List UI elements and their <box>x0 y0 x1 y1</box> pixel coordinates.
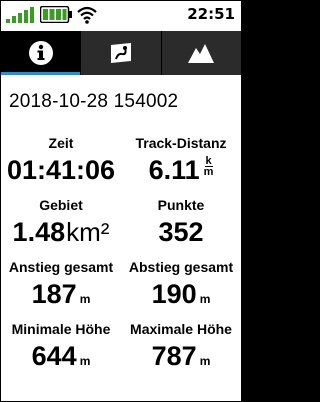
elevation-profile-icon <box>188 44 215 63</box>
stat-value: 787 m <box>121 339 241 378</box>
device-screen: 22:51 2018-10-28 154002 Zeit 01:41:06 Tr… <box>0 0 242 402</box>
status-bar: 22:51 <box>1 1 241 31</box>
stat-max-elevation: Maximale Höhe 787 m <box>121 319 241 381</box>
stat-label: Zeit <box>48 135 74 151</box>
ascent-value: 187 <box>31 279 77 309</box>
stat-value: 1.48km² <box>1 215 121 249</box>
stats-row: Minimale Höhe 644 m Maximale Höhe 787 m <box>1 319 241 381</box>
stat-label: Maximale Höhe <box>130 321 232 337</box>
stat-value: 187 m <box>1 277 121 316</box>
stats-row: Anstieg gesamt 187 m Abstieg gesamt 190 m <box>1 257 241 319</box>
area-value: 1.48 <box>12 217 66 247</box>
area-unit: km² <box>66 217 110 247</box>
map-track-icon <box>110 43 131 63</box>
stat-label: Punkte <box>157 197 205 213</box>
stat-value: 190 m <box>121 277 241 316</box>
stat-label: Abstieg gesamt <box>128 259 234 275</box>
descent-unit: m <box>199 292 211 306</box>
stat-value: 352 <box>158 217 204 247</box>
wifi-icon <box>77 6 97 24</box>
stat-points: Punkte 352 <box>121 195 241 257</box>
ascent-unit: m <box>79 292 91 306</box>
track-stats-grid: Zeit 01:41:06 Track-Distanz 6.11 k m Gebie… <box>1 133 241 381</box>
battery-icon <box>40 6 72 23</box>
tab-bar <box>1 31 241 75</box>
stats-row: Zeit 01:41:06 Track-Distanz 6.11 k m <box>1 133 241 195</box>
stat-time: Zeit 01:41:06 <box>1 133 121 195</box>
min-elevation-value: 644 <box>31 341 77 371</box>
track-title: 2018-10-28 154002 <box>9 91 179 112</box>
info-icon <box>28 41 53 65</box>
tab-map[interactable] <box>81 31 162 75</box>
stat-value: 644 m <box>1 339 121 378</box>
distance-value: 6.11 <box>148 155 200 185</box>
stat-descent: Abstieg gesamt 190 m <box>121 257 241 319</box>
distance-unit: km <box>203 155 214 178</box>
min-elevation-unit: m <box>79 354 91 368</box>
stat-ascent: Anstieg gesamt 187 m <box>1 257 121 319</box>
signal-strength-icon <box>6 7 34 23</box>
tab-info[interactable] <box>1 31 82 75</box>
stat-label: Minimale Höhe <box>11 321 111 337</box>
stat-distance: Track-Distanz 6.11 k m <box>121 133 241 195</box>
stat-label: Track-Distanz <box>135 135 227 151</box>
max-elevation-unit: m <box>199 354 211 368</box>
stat-min-elevation: Minimale Höhe 644 m <box>1 319 121 381</box>
stats-row: Gebiet 1.48km² Punkte 352 <box>1 195 241 257</box>
tab-elevation[interactable] <box>161 31 241 75</box>
stat-value: 01:41:06 <box>6 155 116 185</box>
stat-value: 6.11 k m <box>121 153 241 187</box>
stat-area: Gebiet 1.48km² <box>1 195 121 257</box>
status-clock: 22:51 <box>187 5 235 23</box>
stat-label: Gebiet <box>39 197 83 213</box>
max-elevation-value: 787 <box>151 341 197 371</box>
stat-label: Anstieg gesamt <box>8 259 114 275</box>
descent-value: 190 <box>151 279 197 309</box>
